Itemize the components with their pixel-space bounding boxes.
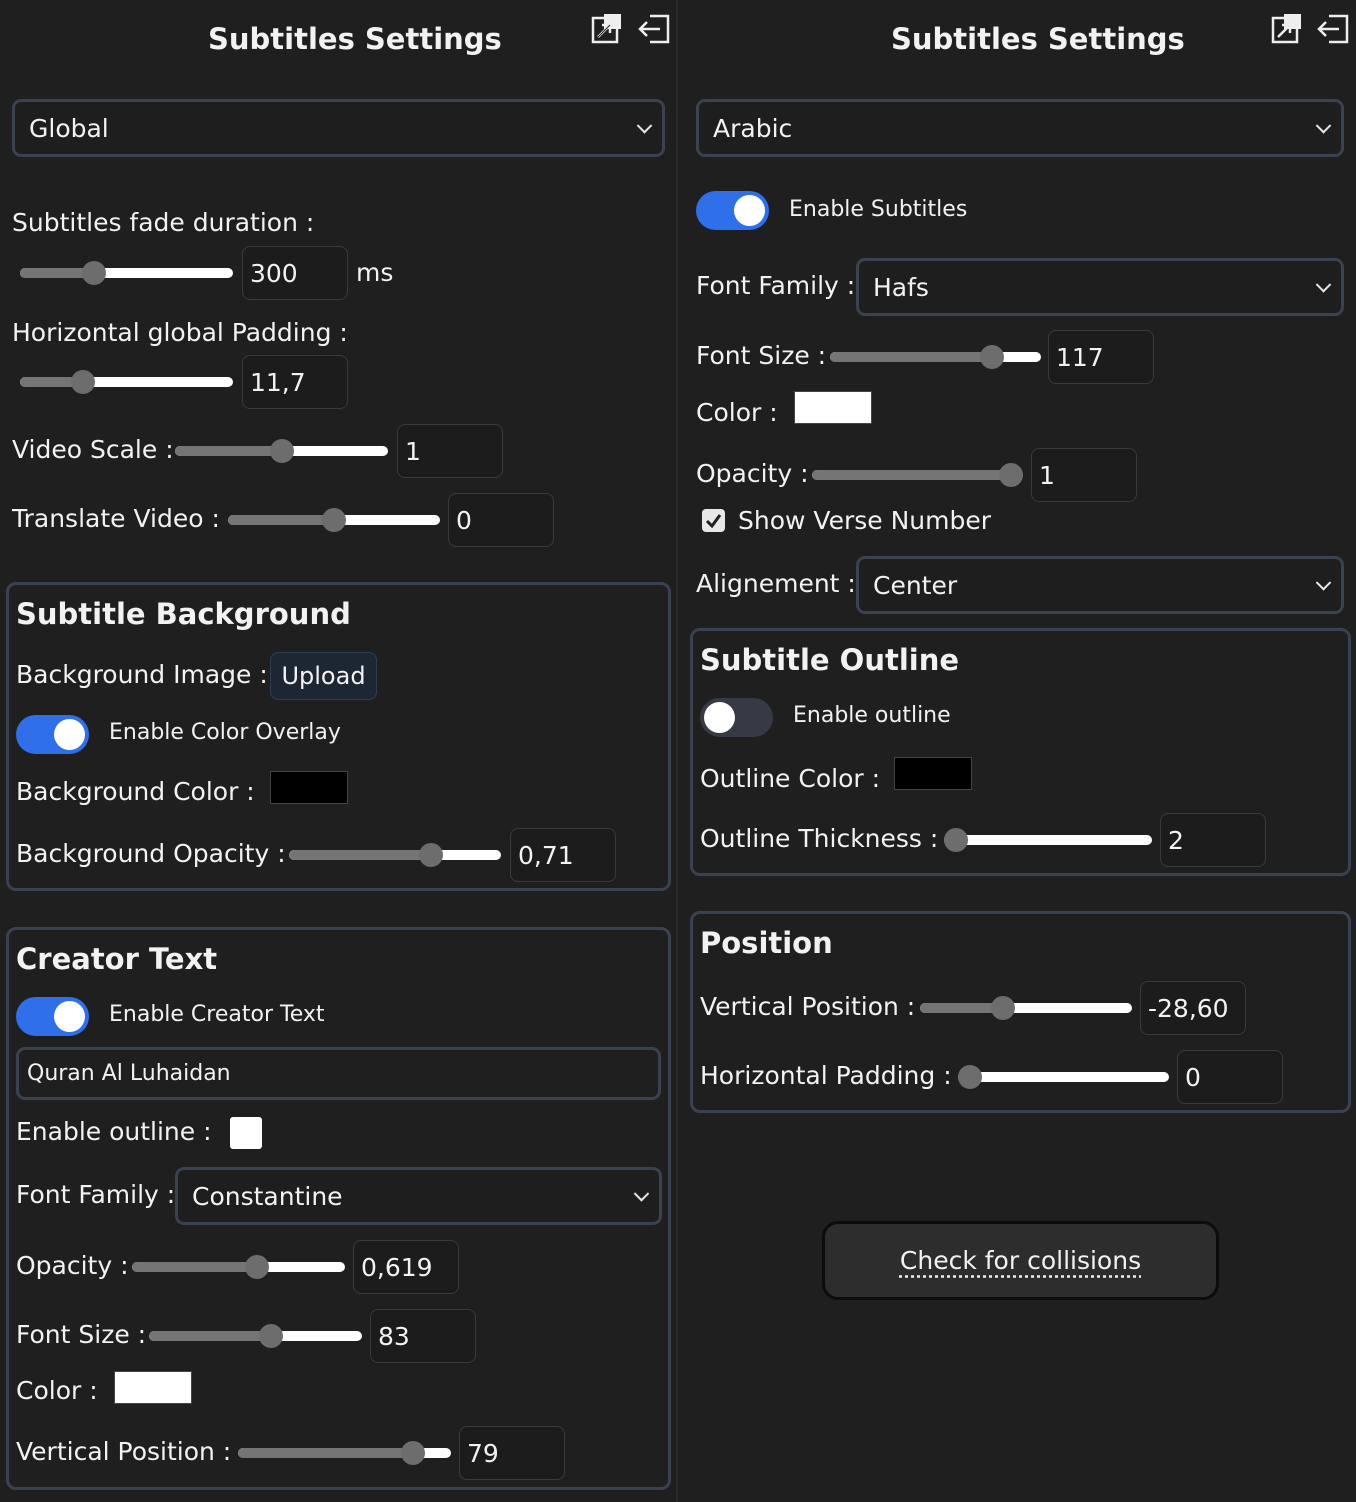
background-opacity-slider[interactable]: [289, 843, 501, 867]
exit-icon[interactable]: [1317, 12, 1351, 46]
creator-enable-label: Enable Creator Text: [109, 1002, 325, 1027]
creator-size-slider[interactable]: [149, 1324, 362, 1348]
background-image-label: Background Image :: [16, 660, 268, 689]
outline-color-swatch[interactable]: [894, 757, 972, 790]
popout-icon[interactable]: [1270, 12, 1304, 46]
background-color-label: Background Color :: [16, 777, 255, 806]
panel-title: Subtitles Settings: [891, 22, 1185, 56]
creator-size-label: Font Size :: [16, 1320, 147, 1349]
creator-size-input[interactable]: 83: [370, 1309, 476, 1363]
fade-label: Subtitles fade duration :: [12, 208, 315, 237]
font-family-value: Hafs: [873, 272, 929, 302]
creator-opacity-slider[interactable]: [132, 1255, 345, 1279]
scope-select[interactable]: Global: [12, 99, 665, 157]
creator-title: Creator Text: [16, 942, 218, 976]
creator-text-input[interactable]: Quran Al Luhaidan: [16, 1047, 661, 1100]
verse-number-label: Show Verse Number: [738, 506, 992, 535]
chevron-down-icon: [1315, 575, 1332, 591]
creator-color-label: Color :: [16, 1376, 98, 1405]
outline-color-label: Outline Color :: [700, 764, 881, 793]
panel-title: Subtitles Settings: [208, 22, 502, 56]
scale-input[interactable]: 1: [397, 424, 503, 478]
creator-font-label: Font Family :: [16, 1180, 176, 1209]
font-family-select[interactable]: Hafs: [856, 258, 1344, 316]
outline-thickness-input[interactable]: 2: [1160, 813, 1266, 867]
upload-button[interactable]: Upload: [270, 652, 377, 700]
color-label: Color :: [696, 398, 778, 427]
creator-opacity-input[interactable]: 0,619: [353, 1240, 459, 1294]
opacity-slider[interactable]: [812, 463, 1023, 487]
chevron-down-icon: [633, 1186, 650, 1202]
chevron-down-icon: [636, 118, 653, 134]
fade-input[interactable]: 300: [242, 246, 348, 300]
font-family-label: Font Family :: [696, 271, 856, 300]
language-select[interactable]: Arabic: [696, 99, 1344, 157]
scope-select-value: Global: [29, 113, 109, 143]
translate-input[interactable]: 0: [448, 493, 554, 547]
outline-title: Subtitle Outline: [700, 643, 960, 677]
left-panel: Subtitles Settings Global Subtitles fade…: [0, 0, 678, 1502]
opacity-label: Opacity :: [696, 459, 809, 488]
creator-font-select[interactable]: Constantine: [175, 1167, 662, 1225]
alignment-value: Center: [873, 570, 958, 600]
font-size-slider[interactable]: [830, 345, 1041, 369]
creator-vpos-label: Vertical Position :: [16, 1437, 232, 1466]
alignment-label: Alignement :: [696, 569, 856, 598]
vertical-position-input[interactable]: -28,60: [1140, 981, 1246, 1035]
scale-slider[interactable]: [175, 439, 388, 463]
font-size-label: Font Size :: [696, 341, 827, 370]
creator-outline-checkbox[interactable]: [230, 1117, 262, 1149]
translate-slider[interactable]: [228, 508, 440, 532]
right-panel: Subtitles Settings Arabic Enable Subtitl…: [679, 0, 1356, 1502]
chevron-down-icon: [1315, 277, 1332, 293]
overlay-label: Enable Color Overlay: [109, 720, 341, 745]
check-collisions-button[interactable]: Check for collisions: [822, 1221, 1219, 1300]
creator-opacity-label: Opacity :: [16, 1251, 129, 1280]
checkmark-icon: [705, 514, 722, 529]
horizontal-padding-slider[interactable]: [958, 1065, 1169, 1089]
vertical-position-slider[interactable]: [920, 996, 1132, 1020]
creator-outline-label: Enable outline :: [16, 1117, 212, 1146]
outline-toggle[interactable]: [700, 698, 773, 737]
scale-label: Video Scale :: [12, 435, 174, 464]
hpad-slider[interactable]: [20, 370, 233, 394]
chevron-down-icon: [1315, 118, 1332, 134]
enable-subtitles-label: Enable Subtitles: [789, 197, 968, 222]
overlay-toggle[interactable]: [16, 715, 89, 754]
color-swatch[interactable]: [794, 391, 872, 424]
language-select-value: Arabic: [713, 113, 793, 143]
exit-icon[interactable]: [638, 12, 672, 46]
creator-toggle[interactable]: [16, 997, 89, 1036]
horizontal-padding-label: Horizontal Padding :: [700, 1061, 952, 1090]
horizontal-padding-input[interactable]: 0: [1177, 1050, 1283, 1104]
creator-vpos-input[interactable]: 79: [459, 1426, 565, 1480]
popout-icon[interactable]: [590, 12, 624, 46]
creator-color-swatch[interactable]: [114, 1371, 192, 1404]
font-size-input[interactable]: 117: [1048, 330, 1154, 384]
vertical-position-label: Vertical Position :: [700, 992, 916, 1021]
background-title: Subtitle Background: [16, 597, 351, 631]
outline-thickness-label: Outline Thickness :: [700, 824, 939, 853]
background-opacity-input[interactable]: 0,71: [510, 828, 616, 882]
creator-vpos-slider[interactable]: [238, 1441, 451, 1465]
creator-font-value: Constantine: [192, 1181, 343, 1211]
background-color-swatch[interactable]: [270, 771, 348, 804]
hpad-label: Horizontal global Padding :: [12, 318, 348, 347]
fade-slider[interactable]: [20, 261, 233, 285]
fade-unit: ms: [356, 258, 394, 287]
hpad-input[interactable]: 11,7: [242, 355, 348, 409]
alignment-select[interactable]: Center: [856, 556, 1344, 614]
background-opacity-label: Background Opacity :: [16, 839, 286, 868]
enable-subtitles-toggle[interactable]: [696, 191, 769, 230]
position-title: Position: [700, 926, 833, 960]
translate-label: Translate Video :: [12, 504, 220, 533]
opacity-input[interactable]: 1: [1031, 448, 1137, 502]
outline-thickness-slider[interactable]: [944, 828, 1152, 852]
outline-enable-label: Enable outline: [793, 703, 951, 728]
verse-number-checkbox[interactable]: [702, 509, 725, 532]
